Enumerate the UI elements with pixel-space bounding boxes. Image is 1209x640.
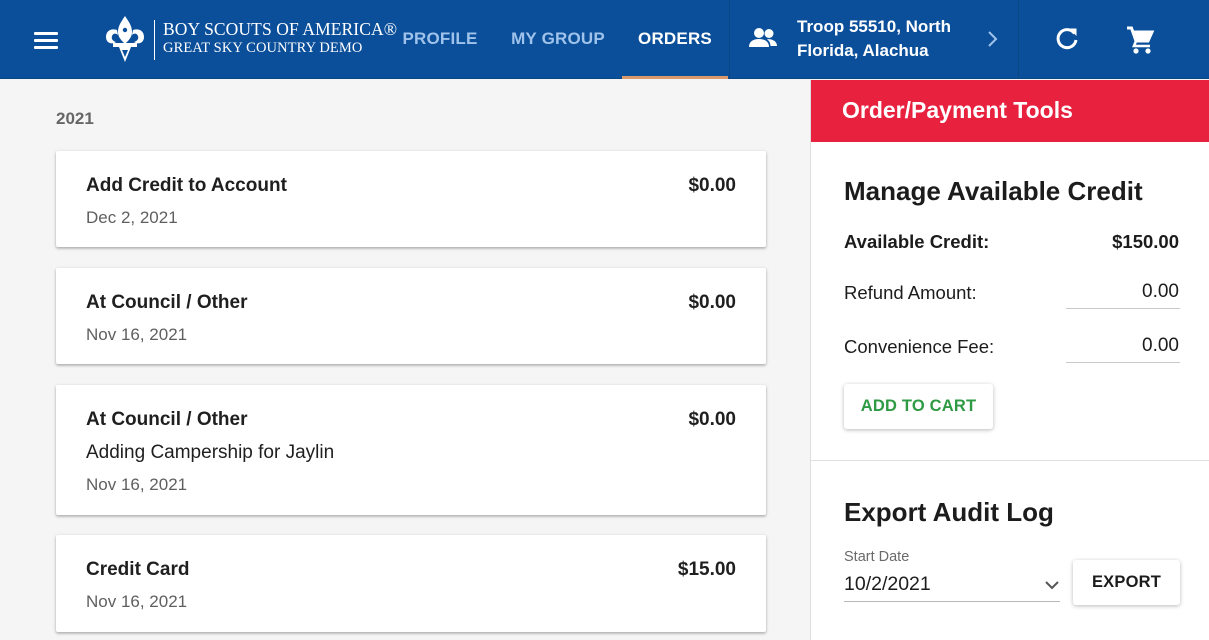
order-title: Add Credit to Account bbox=[86, 175, 287, 196]
order-title: At Council / Other bbox=[86, 409, 248, 430]
order-amount: $0.00 bbox=[688, 292, 736, 313]
order-amount: $15.00 bbox=[677, 559, 736, 580]
logo-title: BOY SCOUTS OF AMERICA® bbox=[163, 19, 398, 39]
logo-divider bbox=[154, 20, 155, 60]
fleur-de-lis-logo bbox=[106, 16, 144, 62]
section-divider bbox=[811, 460, 1209, 461]
chevron-down-icon bbox=[1045, 581, 1059, 590]
add-to-cart-button[interactable]: ADD TO CART bbox=[844, 384, 993, 429]
order-date: Nov 16, 2021 bbox=[86, 475, 188, 494]
menu-icon[interactable] bbox=[34, 30, 60, 50]
manage-credit-title: Manage Available Credit bbox=[844, 176, 1143, 206]
convenience-fee-input[interactable] bbox=[1066, 329, 1180, 363]
tab-orders[interactable]: ORDERS bbox=[622, 0, 728, 79]
order-date: Nov 16, 2021 bbox=[86, 325, 188, 344]
refund-amount-label: Refund Amount: bbox=[844, 282, 977, 303]
start-date-select[interactable]: 10/2/2021 bbox=[844, 568, 1060, 602]
available-credit-value: $150.00 bbox=[1112, 231, 1179, 252]
order-payment-tools-panel: Order/Payment Tools Manage Available Cre… bbox=[810, 80, 1209, 640]
order-title: At Council / Other bbox=[86, 292, 248, 313]
export-button[interactable]: EXPORT bbox=[1073, 560, 1180, 605]
panel-header: Order/Payment Tools bbox=[811, 80, 1209, 142]
divider bbox=[1018, 0, 1019, 79]
tab-my-group[interactable]: MY GROUP bbox=[502, 0, 614, 79]
order-amount: $0.00 bbox=[688, 409, 736, 430]
cart-icon[interactable] bbox=[1124, 24, 1156, 56]
order-title: Credit Card bbox=[86, 559, 190, 580]
order-date: Nov 16, 2021 bbox=[86, 592, 188, 611]
refund-amount-input[interactable] bbox=[1066, 275, 1180, 309]
year-heading: 2021 bbox=[56, 109, 94, 128]
tab-profile[interactable]: PROFILE bbox=[395, 0, 485, 79]
refresh-icon[interactable] bbox=[1052, 24, 1082, 54]
troop-selector[interactable]: Troop 55510, North Florida, Alachua bbox=[730, 0, 1018, 79]
chevron-right-icon bbox=[988, 31, 998, 47]
group-icon bbox=[749, 28, 777, 47]
start-date-value: 10/2/2021 bbox=[844, 573, 931, 595]
available-credit-label: Available Credit: bbox=[844, 231, 990, 252]
order-card[interactable]: Credit Card $15.00 Nov 16, 2021 bbox=[56, 535, 766, 632]
bsa-logo[interactable]: BOY SCOUTS OF AMERICA® GREAT SKY COUNTRY… bbox=[103, 14, 397, 64]
export-audit-log-title: Export Audit Log bbox=[844, 497, 1054, 527]
troop-name: Troop 55510, North Florida, Alachua bbox=[797, 17, 951, 60]
order-note: Adding Campership for Jaylin bbox=[86, 442, 335, 463]
convenience-fee-label: Convenience Fee: bbox=[844, 336, 995, 357]
order-card[interactable]: At Council / Other $0.00 Adding Campersh… bbox=[56, 385, 766, 515]
start-date-label: Start Date bbox=[844, 549, 910, 565]
logo-subtitle: GREAT SKY COUNTRY DEMO bbox=[163, 40, 363, 56]
order-date: Dec 2, 2021 bbox=[86, 208, 178, 227]
order-amount: $0.00 bbox=[688, 175, 736, 196]
order-card[interactable]: At Council / Other $0.00 Nov 16, 2021 bbox=[56, 268, 766, 364]
top-app-bar: BOY SCOUTS OF AMERICA® GREAT SKY COUNTRY… bbox=[0, 0, 1209, 79]
order-card[interactable]: Add Credit to Account $0.00 Dec 2, 2021 bbox=[56, 151, 766, 247]
